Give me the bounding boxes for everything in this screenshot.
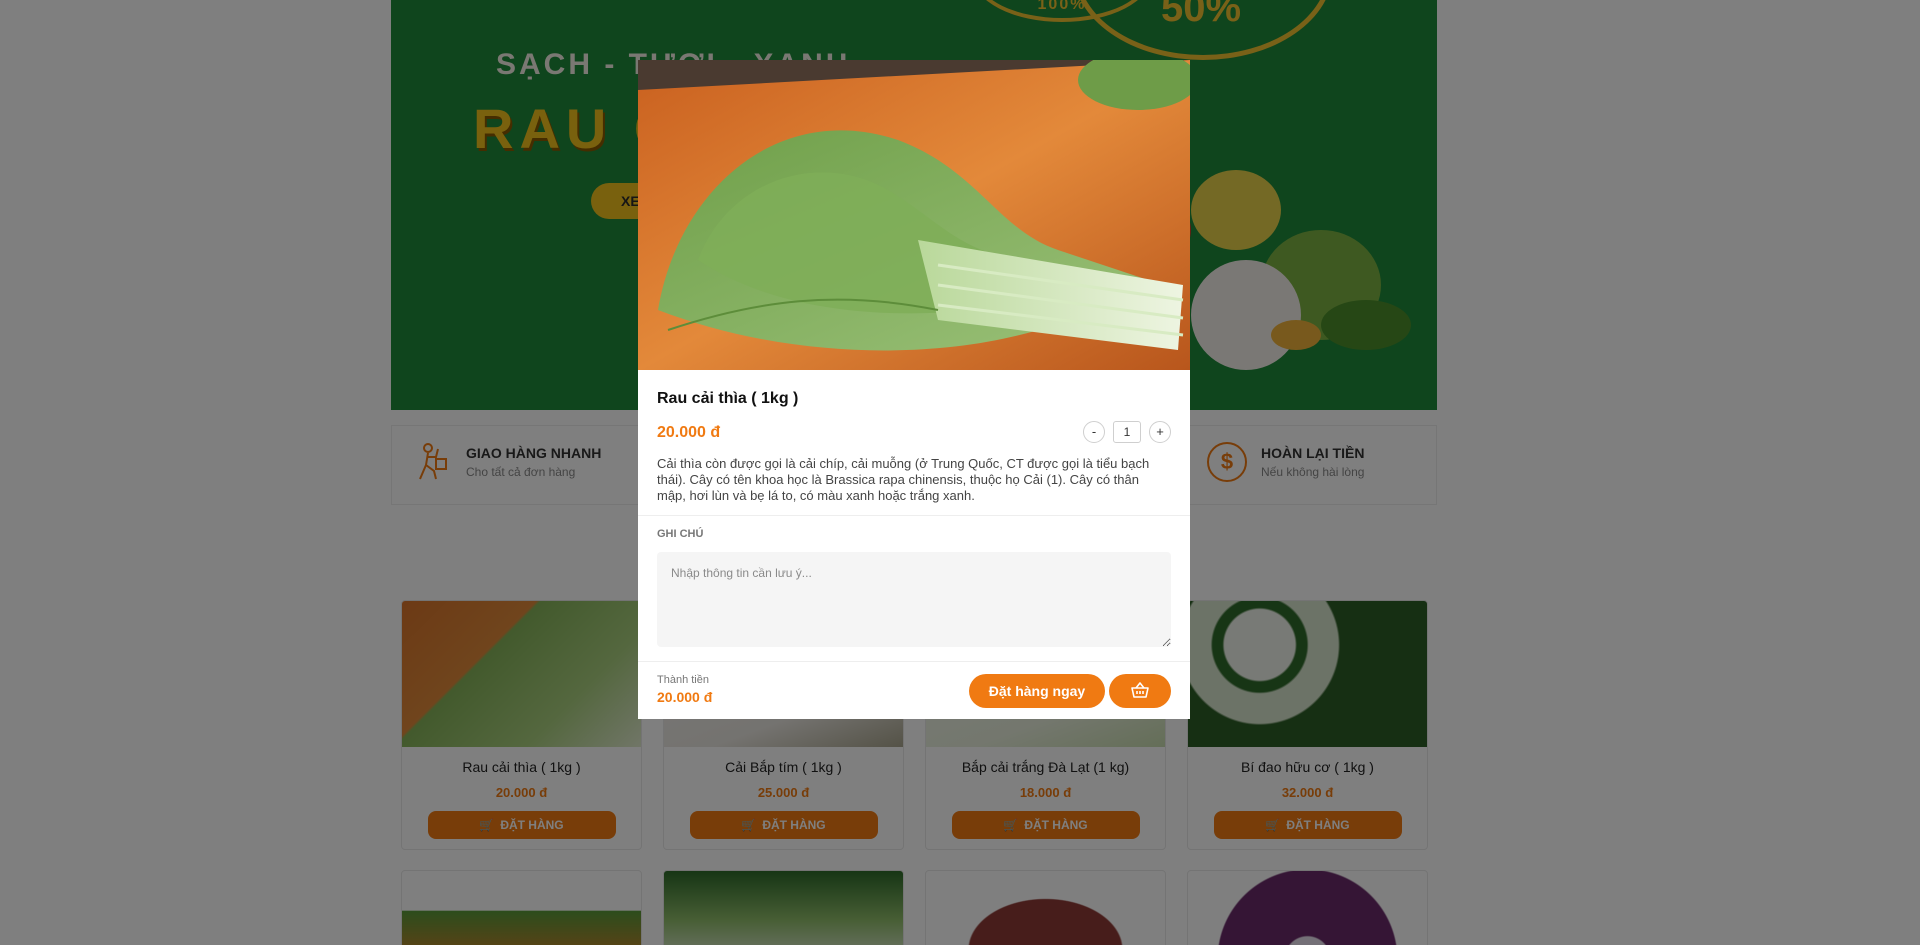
product-title: Rau cải thìa ( 1kg ) (657, 390, 799, 407)
price-row: 20.000 đ - + (657, 421, 1171, 445)
product-image (638, 60, 1190, 370)
basket-icon (1131, 681, 1149, 701)
divider (638, 515, 1190, 516)
quantity-input[interactable] (1113, 421, 1141, 443)
divider (638, 661, 1190, 662)
product-description: Cải thìa còn được gọi là cải chíp, cải m… (657, 456, 1150, 503)
note-label: GHI CHÚ (657, 528, 704, 540)
order-now-button[interactable]: Đặt hàng ngay (969, 674, 1105, 708)
increase-quantity-button[interactable]: + (1149, 421, 1171, 443)
quantity-stepper: - + (1083, 421, 1171, 443)
product-detail-modal: Rau cải thìa ( 1kg ) 20.000 đ - + Cải th… (638, 60, 1190, 719)
note-input[interactable] (657, 552, 1171, 647)
product-info: Rau cải thìa ( 1kg ) 20.000 đ - + Cải th… (638, 370, 1190, 504)
decrease-quantity-button[interactable]: - (1083, 421, 1105, 443)
add-to-cart-button[interactable] (1109, 674, 1171, 708)
total-value: 20.000 đ (657, 689, 713, 705)
total-label: Thành tiền (657, 674, 709, 686)
